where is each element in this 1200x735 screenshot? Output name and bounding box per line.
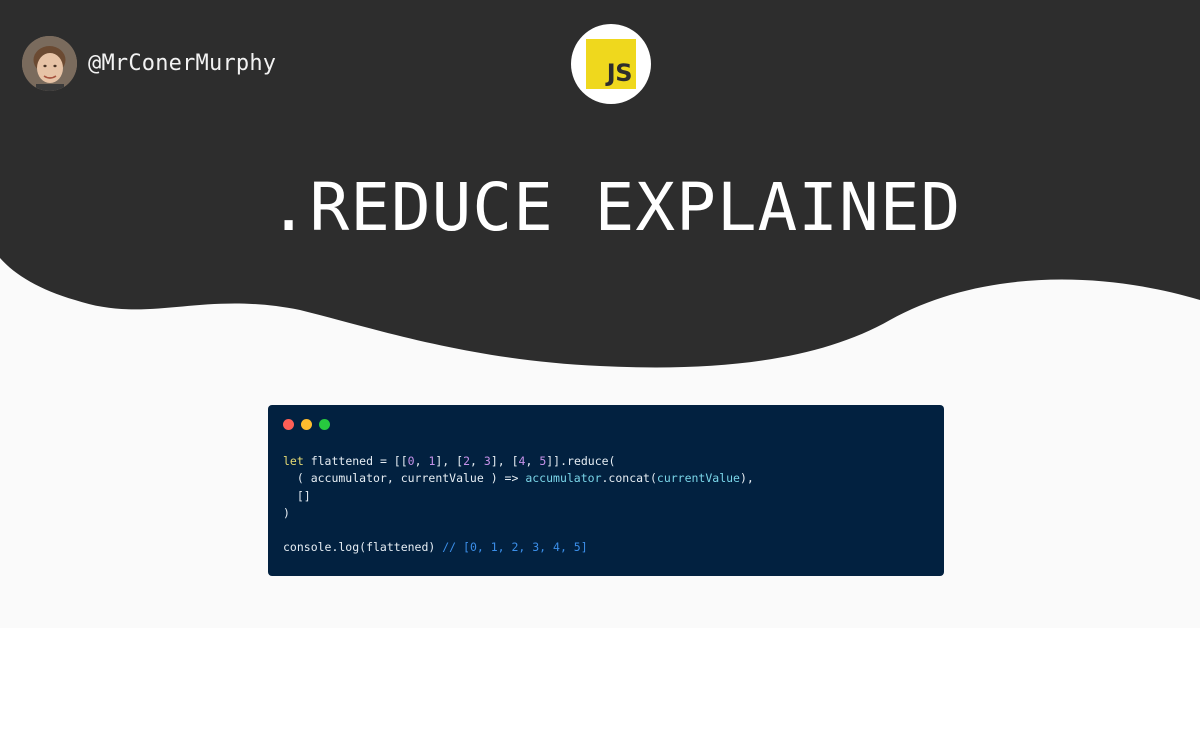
code-line: ( accumulator, currentValue ) => accumul…: [283, 470, 929, 487]
code-line: console.log(flattened) // [0, 1, 2, 3, 4…: [283, 539, 929, 556]
js-square: JS: [586, 39, 636, 89]
code-token: []: [283, 488, 311, 503]
code-token: ]].reduce(: [546, 454, 616, 468]
code-token: ,: [470, 454, 484, 468]
author-handle: @MrConerMurphy: [88, 51, 277, 76]
code-token: .concat(: [601, 471, 657, 486]
yellow-dot-icon: [301, 419, 312, 430]
code-token: 0: [407, 454, 415, 468]
code-token: ], [: [490, 454, 519, 468]
red-dot-icon: [283, 419, 294, 430]
js-badge-text: JS: [606, 59, 633, 87]
code-token: ( accumulator, currentValue ) =>: [283, 471, 526, 486]
code-block: let flattened = [[0, 1], [2, 3], [4, 5]]…: [283, 453, 929, 557]
code-token: ): [283, 505, 290, 520]
author-block: @MrConerMurphy: [22, 36, 276, 91]
code-token: 2: [463, 454, 471, 468]
code-line: []: [283, 488, 929, 505]
javascript-logo-icon: JS: [571, 24, 651, 104]
avatar: [22, 36, 77, 91]
code-token: let: [283, 454, 304, 468]
code-window: let flattened = [[0, 1], [2, 3], [4, 5]]…: [268, 405, 944, 576]
page-title: .REDUCE EXPLAINED: [268, 169, 962, 246]
green-dot-icon: [319, 419, 330, 430]
code-token: 3: [483, 454, 491, 468]
code-token: accumulator: [525, 471, 602, 486]
code-line: ): [283, 505, 929, 522]
code-token: ,: [525, 454, 540, 468]
code-token: ,: [414, 454, 429, 468]
code-token: console.log(flattened): [283, 540, 443, 555]
code-token: ], [: [435, 454, 464, 468]
code-line: let flattened = [[0, 1], [2, 3], [4, 5]]…: [283, 453, 929, 470]
code-token: flattened = [[: [303, 454, 408, 468]
window-controls: [283, 419, 929, 431]
code-token: // [0, 1, 2, 3, 4, 5]: [442, 540, 588, 555]
code-token: ),: [739, 471, 754, 486]
code-token: currentValue: [656, 471, 740, 486]
